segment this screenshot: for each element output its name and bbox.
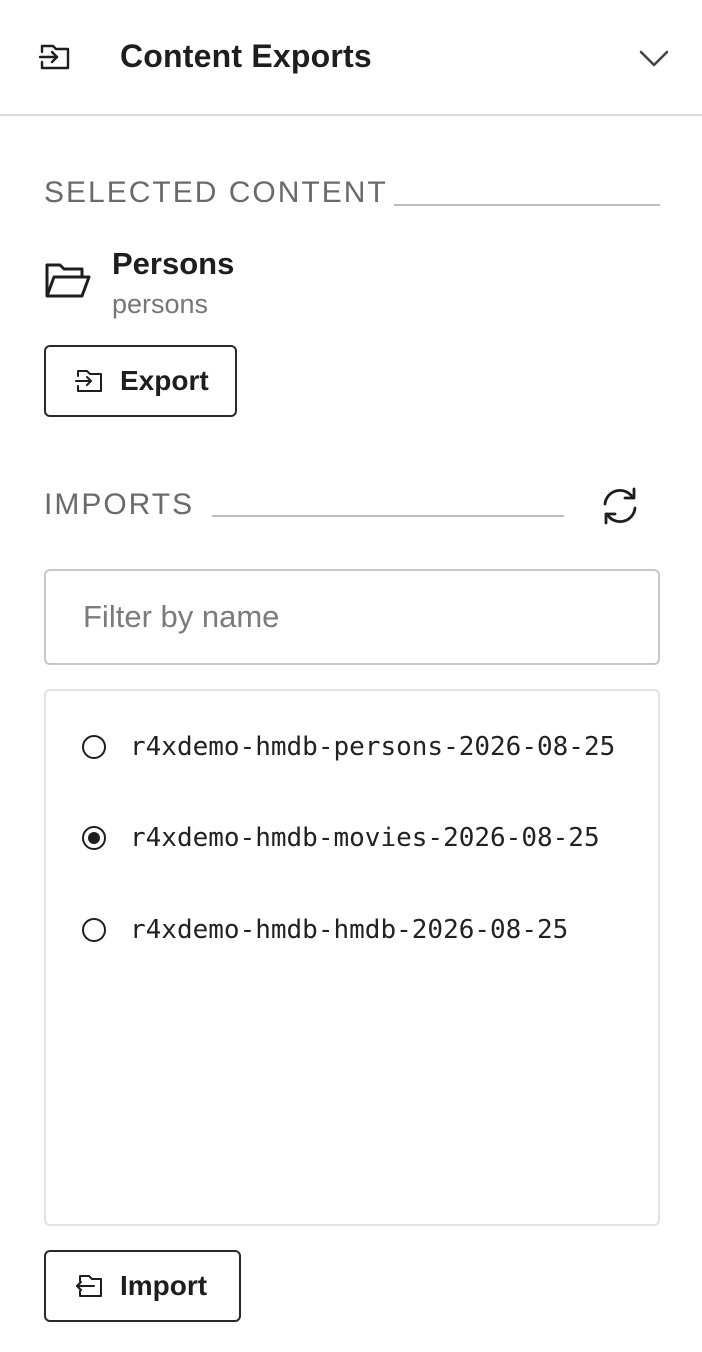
- radio-button[interactable]: [82, 735, 106, 759]
- import-button-label: Import: [120, 1270, 208, 1301]
- panel-header[interactable]: Content Exports: [0, 0, 702, 116]
- radio-button-selected[interactable]: [82, 826, 106, 850]
- filter-input[interactable]: [44, 569, 660, 665]
- section-divider: [212, 515, 564, 517]
- import-item-label: r4xdemo-hmdb-movies-2026-08-25: [130, 823, 600, 853]
- export-icon: [38, 44, 70, 70]
- import-icon: [76, 1275, 102, 1297]
- panel-title: Content Exports: [120, 38, 372, 74]
- imports-list: r4xdemo-hmdb-persons-2026-08-25 r4xdemo-…: [44, 689, 660, 1226]
- import-item[interactable]: r4xdemo-hmdb-persons-2026-08-25: [82, 722, 622, 772]
- section-divider: [394, 204, 660, 206]
- export-button[interactable]: Export: [44, 345, 237, 417]
- radio-button[interactable]: [82, 918, 106, 942]
- imports-heading: IMPORTS: [44, 488, 195, 521]
- import-button[interactable]: Import: [44, 1250, 241, 1322]
- import-item-label: r4xdemo-hmdb-persons-2026-08-25: [130, 732, 616, 762]
- chevron-down-icon[interactable]: [636, 40, 672, 76]
- content-name: Persons: [112, 246, 235, 281]
- refresh-icon[interactable]: [598, 484, 642, 528]
- selected-content-heading: SELECTED CONTENT: [44, 176, 388, 209]
- import-item[interactable]: r4xdemo-hmdb-movies-2026-08-25: [82, 813, 622, 863]
- export-icon: [75, 370, 102, 392]
- content-id: persons: [112, 289, 209, 319]
- import-item-label: r4xdemo-hmdb-hmdb-2026-08-25: [130, 915, 569, 945]
- folder-open-icon: [45, 263, 91, 298]
- export-button-label: Export: [120, 365, 209, 396]
- import-item[interactable]: r4xdemo-hmdb-hmdb-2026-08-25: [82, 905, 622, 955]
